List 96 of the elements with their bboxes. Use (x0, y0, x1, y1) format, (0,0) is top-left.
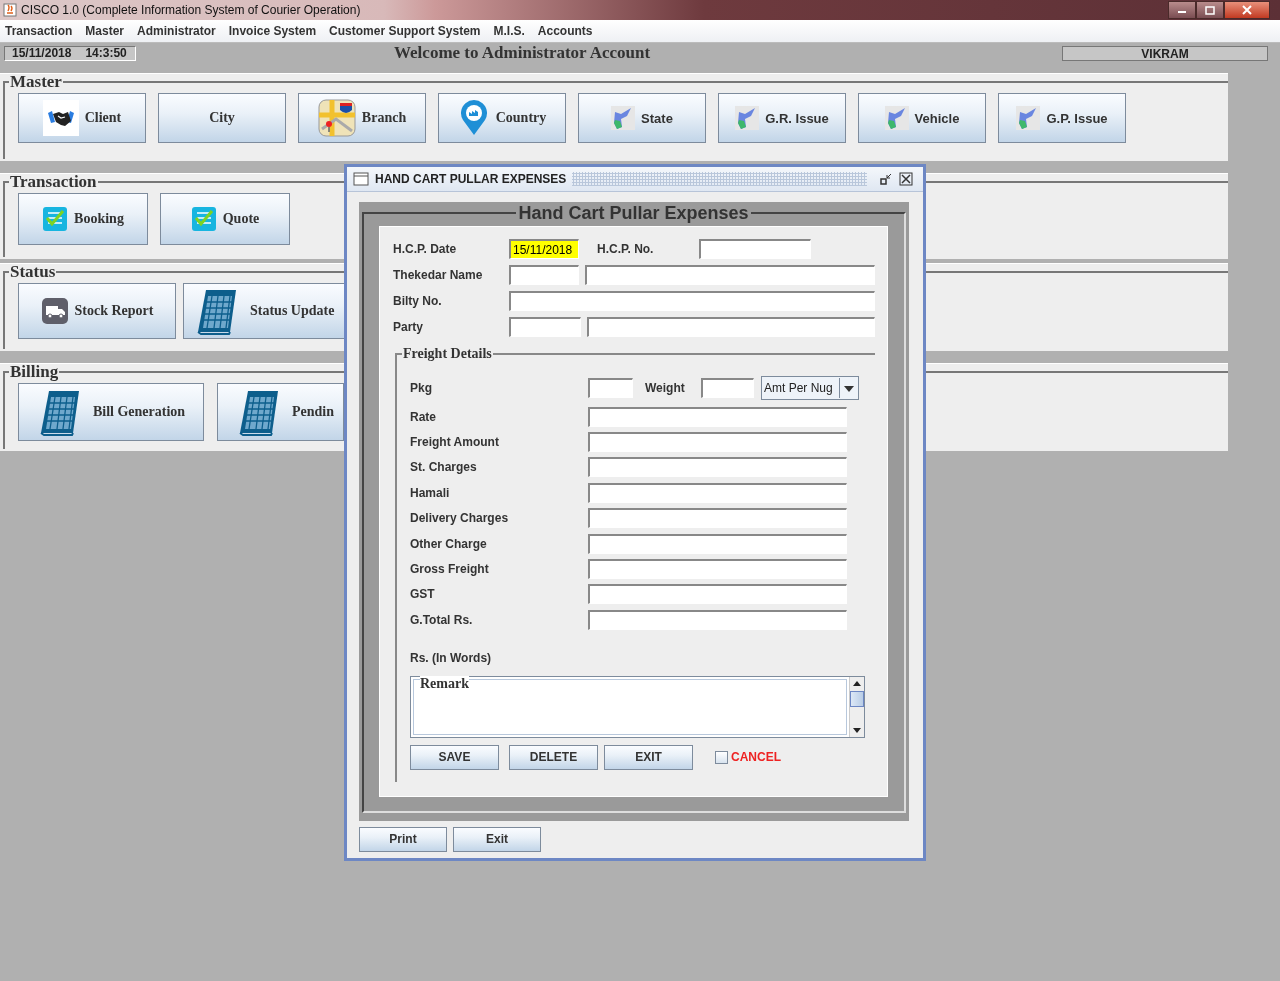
field-label: Other Charge (410, 536, 488, 551)
field-label: Party (393, 320, 425, 334)
field-label: Pkg (410, 381, 433, 395)
input-field[interactable] (588, 457, 847, 478)
field-label: GST (410, 587, 436, 602)
menu-item[interactable]: Transaction (5, 24, 73, 38)
checklist-icon (190, 206, 217, 232)
section-title: Transaction (9, 175, 98, 189)
maximize-button[interactable] (1196, 1, 1224, 19)
input-field[interactable] (588, 559, 847, 580)
menu-item[interactable]: Customer Support System (329, 24, 481, 38)
remark-field[interactable]: Remark (410, 675, 865, 738)
action-button[interactable]: EXIT (604, 744, 693, 770)
field-label: Rs. (In Words) (410, 650, 493, 665)
input-field[interactable] (509, 317, 581, 337)
input-field[interactable] (588, 406, 847, 427)
menu-item[interactable]: M.I.S. (493, 24, 525, 38)
group-title: Freight Details (402, 346, 493, 362)
module-button[interactable]: Quote (160, 193, 290, 245)
input-field[interactable] (585, 265, 875, 285)
field-label: Weight (645, 381, 686, 395)
flag-icon (735, 106, 760, 130)
field-label: Bilty No. (393, 294, 443, 308)
field-label: Rate (410, 409, 437, 424)
module-button[interactable]: City (158, 93, 286, 143)
date-text: 15/11/2018 (12, 46, 72, 60)
field-label: Hamali (410, 485, 451, 500)
app-icon (3, 3, 17, 17)
section-title: Status (9, 265, 57, 279)
time-text: 14:3:50 (85, 46, 127, 60)
input-field[interactable] (588, 482, 847, 503)
flag-icon (611, 106, 636, 130)
input-field[interactable] (588, 508, 847, 529)
menu-item[interactable]: Accounts (537, 24, 593, 38)
window-title: CISCO 1.0 (Complete Information System of Courier Operation) (21, 3, 361, 17)
map-icon (317, 99, 356, 137)
footer-button[interactable]: Exit (453, 826, 541, 852)
footer-button[interactable]: Print (359, 826, 447, 852)
field-label: Delivery Charges (410, 511, 510, 526)
action-button[interactable]: SAVE (410, 744, 499, 770)
input-field[interactable]: 15/11/2018 (509, 239, 579, 259)
welcome-title: Welcome to Administrator Account (394, 43, 651, 63)
cancel-label: CANCEL (731, 750, 781, 764)
flag-icon (1016, 106, 1041, 130)
input-field[interactable] (699, 239, 811, 259)
module-button[interactable]: Client (18, 93, 146, 143)
field-label: Gross Freight (410, 562, 490, 577)
user-box: VIKRAM (1062, 45, 1268, 61)
module-button[interactable]: Branch (298, 93, 426, 143)
menu-item[interactable]: Administrator (137, 24, 216, 38)
flag-icon (884, 106, 909, 130)
action-button[interactable]: DELETE (509, 744, 598, 770)
input-field[interactable] (701, 378, 754, 398)
module-button[interactable]: State (578, 93, 706, 143)
input-field[interactable] (509, 291, 875, 311)
menu-item[interactable]: Invoice System (228, 24, 317, 38)
field-label: Thekedar Name (393, 268, 484, 282)
input-field[interactable] (588, 432, 847, 453)
dialog-title: HAND CART PULLAR EXPENSES (375, 172, 567, 186)
form-heading: Hand Cart Pullar Expenses (517, 204, 750, 222)
section-title: Master (9, 75, 63, 89)
cancel-checkbox[interactable] (715, 750, 728, 764)
module-button[interactable]: Vehicle (858, 93, 986, 143)
minimize-button[interactable] (1168, 1, 1196, 19)
module-button[interactable]: Stock Report (18, 283, 176, 339)
unit-dropdown[interactable]: Amt Per Nug (761, 376, 859, 400)
field-label: G.Total Rs. (410, 612, 474, 627)
window-icon (353, 172, 369, 186)
input-field[interactable] (588, 378, 633, 398)
field-label: H.C.P. Date (393, 242, 458, 256)
module-button[interactable]: G.R. Issue (718, 93, 846, 143)
section-title: Billing (9, 365, 60, 379)
restore-icon[interactable] (879, 172, 893, 186)
module-button[interactable]: Country (438, 93, 566, 143)
truck-icon (40, 297, 69, 325)
module-button[interactable]: G.P. Issue (998, 93, 1126, 143)
input-field[interactable] (588, 584, 847, 605)
field-label: St. Charges (410, 460, 478, 475)
close-icon[interactable] (899, 172, 913, 186)
handshake-icon (42, 100, 79, 136)
input-field[interactable] (587, 317, 875, 337)
maximize-icon (1205, 5, 1215, 15)
module-button[interactable]: Status Update (183, 283, 346, 339)
close-icon (1241, 5, 1253, 15)
checklist-icon (42, 206, 69, 232)
input-field[interactable] (588, 533, 847, 554)
menu-item[interactable]: Master (85, 24, 125, 38)
module-button[interactable]: Bill Generation (18, 383, 204, 441)
field-label: H.C.P. No. (597, 242, 655, 256)
field-label: Freight Amount (410, 435, 500, 450)
close-button[interactable] (1224, 1, 1270, 19)
scrollbar[interactable] (849, 676, 864, 737)
input-field[interactable] (588, 609, 847, 630)
input-field[interactable] (509, 265, 579, 285)
module-button[interactable]: Booking (18, 193, 148, 245)
module-button[interactable]: Pendin (217, 383, 344, 441)
